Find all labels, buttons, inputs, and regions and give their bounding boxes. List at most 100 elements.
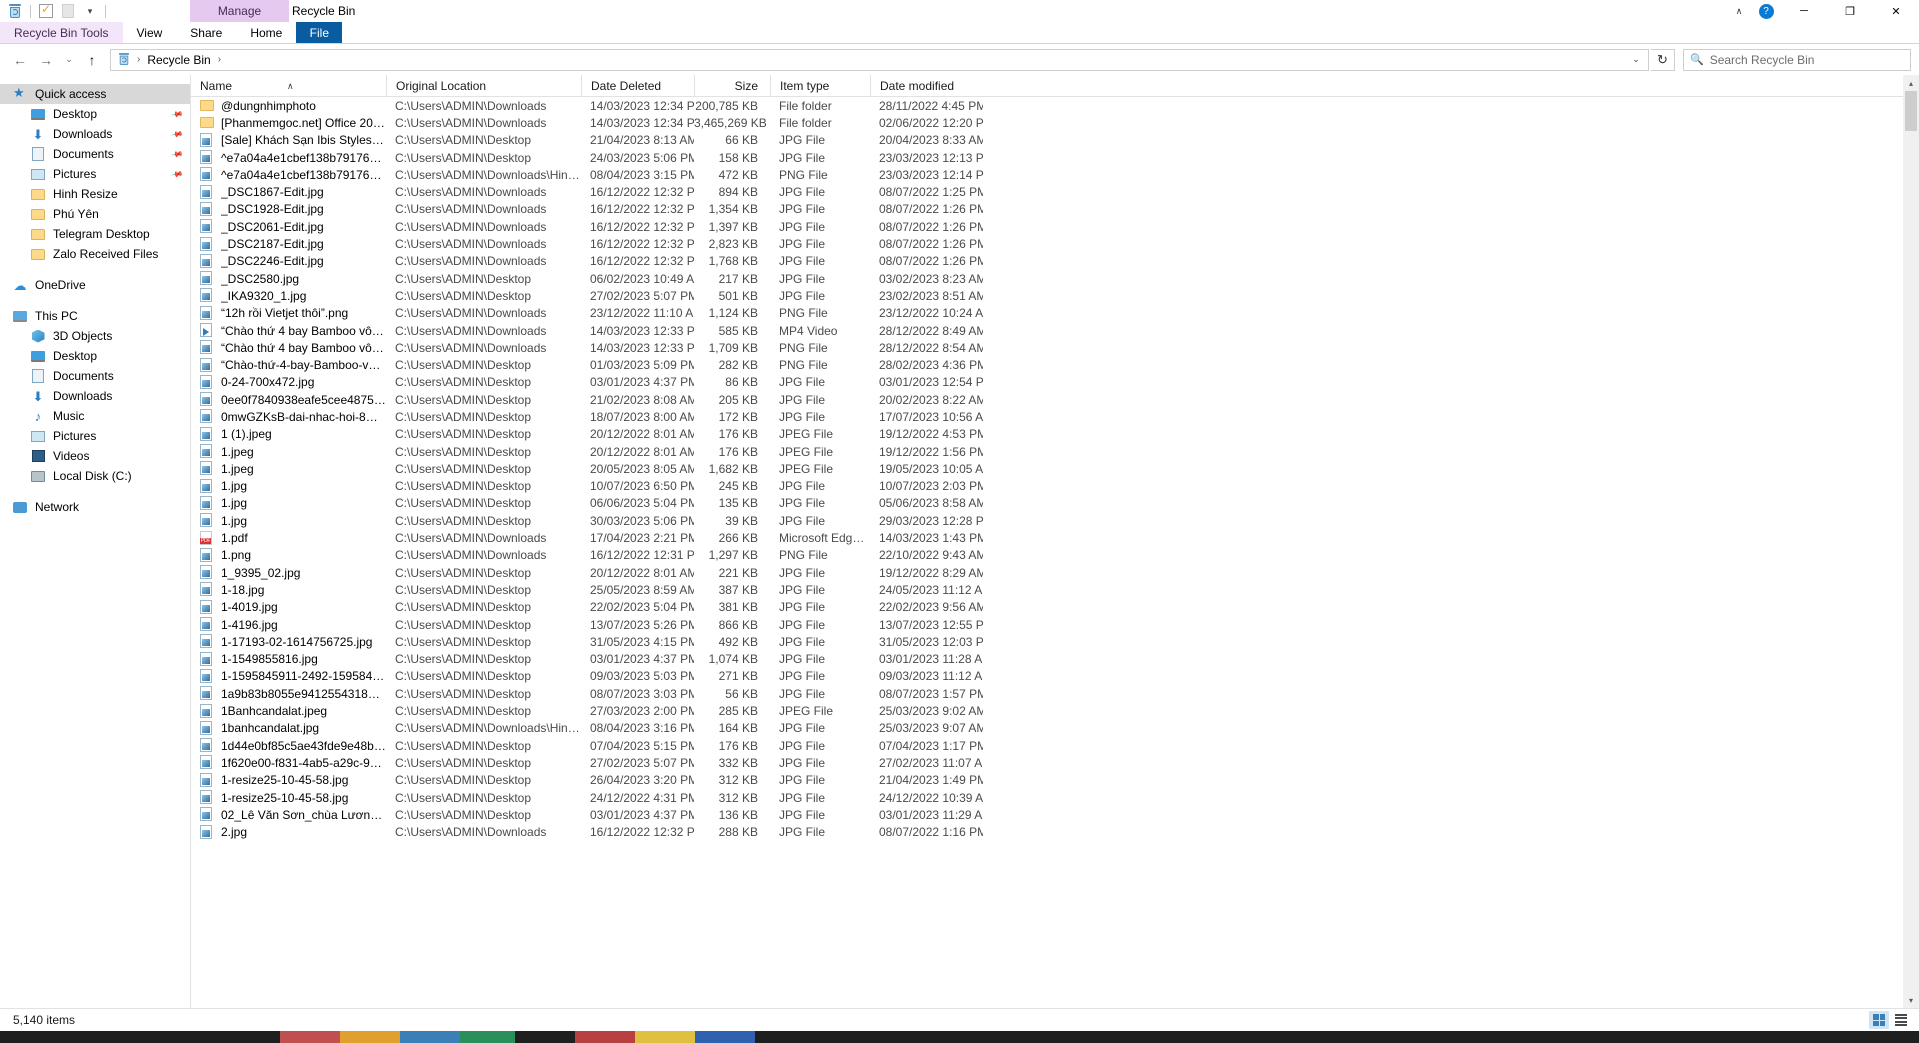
table-row[interactable]: 1f620e00-f831-4ab5-a29c-9a10cfbc... C:\Us… [191,754,1919,771]
search-input[interactable]: Search Recycle Bin [1710,53,1815,67]
table-row[interactable]: 1a9b83b8055e9412554318df5810d9... C:\User… [191,685,1919,702]
help-button[interactable]: ? [1751,0,1781,22]
column-header-type[interactable]: Item type [770,74,870,97]
table-row[interactable]: 1.jpeg C:\Users\ADMIN\Desktop 20/12/2022 8… [191,443,1919,460]
file-rows-container[interactable]: @dungnhimphoto C:\Users\ADMIN\Downloads 14… [191,97,1919,1008]
recycle-bin-icon[interactable] [4,1,26,21]
table-row[interactable]: “Chào thứ 4 bay Bamboo vô tư”.png C:\User… [191,339,1919,356]
table-row[interactable]: 1.jpeg C:\Users\ADMIN\Desktop 20/05/2023 8… [191,460,1919,477]
table-row[interactable]: @dungnhimphoto C:\Users\ADMIN\Downloads 14… [191,97,1919,114]
sidebar-item-videos[interactable]: Videos [0,446,190,466]
contextual-tab-manage[interactable]: Manage [190,0,289,22]
table-row[interactable]: 1_9395_02.jpg C:\Users\ADMIN\Desktop 20/12… [191,564,1919,581]
sidebar-item-ph-y-n[interactable]: Phú Yên [0,204,190,224]
table-row[interactable]: _DSC2246-Edit.jpg C:\Users\ADMIN\Download… [191,253,1919,270]
table-row[interactable]: _DSC2580.jpg C:\Users\ADMIN\Desktop 06/02/… [191,270,1919,287]
table-row[interactable]: “12h rồi Vietjet thôi”.png C:\Users\ADMIN… [191,305,1919,322]
table-row[interactable]: 0mwGZKsB-dai-nhac-hoi-8wonder... C:\Users… [191,408,1919,425]
properties-icon[interactable] [35,1,57,21]
table-row[interactable]: 1Banhcandalat.jpeg C:\Users\ADMIN\Desktop… [191,702,1919,719]
column-header-deleted[interactable]: Date Deleted [581,74,694,97]
sidebar-item-desktop[interactable]: Desktop 📌 [0,104,190,124]
up-button[interactable]: ↑ [80,49,104,71]
pin-icon[interactable]: 📌 [170,167,183,180]
table-row[interactable]: 1.jpg C:\Users\ADMIN\Desktop 30/03/2023 5:… [191,512,1919,529]
sidebar-item-documents[interactable]: Documents [0,366,190,386]
vertical-scrollbar[interactable]: ▴ ▾ [1903,75,1919,1008]
table-row[interactable]: “Chào-thứ-4-bay-Bamboo-vô-tư”.... C:\User… [191,356,1919,373]
sidebar-item-pictures[interactable]: Pictures [0,426,190,446]
sidebar-item-onedrive[interactable]: ☁ OneDrive [0,275,190,295]
table-row[interactable]: 02_Lê Văn Sơn_chùa Lương_ Chùa ... C:\Use… [191,806,1919,823]
table-row[interactable]: 1-18.jpg C:\Users\ADMIN\Desktop 25/05/2023… [191,581,1919,598]
sidebar-item-desktop[interactable]: Desktop [0,346,190,366]
column-header-name[interactable]: Name ∧ [191,75,386,97]
ribbon-tab-file[interactable]: File [296,22,343,44]
table-row[interactable]: 1.jpg C:\Users\ADMIN\Desktop 10/07/2023 6:… [191,478,1919,495]
empty-recycle-bin-icon[interactable] [57,1,79,21]
scroll-down-button[interactable]: ▾ [1903,992,1919,1008]
table-row[interactable]: 1-4196.jpg C:\Users\ADMIN\Desktop 13/07/20… [191,616,1919,633]
scroll-up-button[interactable]: ▴ [1903,75,1919,91]
pin-icon[interactable]: 📌 [170,147,183,160]
pin-icon[interactable]: 📌 [170,107,183,120]
forward-button[interactable]: → [34,49,58,71]
table-row[interactable]: 2.jpg C:\Users\ADMIN\Downloads 16/12/2022 … [191,823,1919,840]
breadcrumb-separator-1[interactable]: › [216,54,223,65]
column-header-modified[interactable]: Date modified [870,74,983,97]
recent-locations-button[interactable]: ⌄ [60,49,78,71]
table-row[interactable]: 1-resize25-10-45-58.jpg C:\Users\ADMIN\De… [191,772,1919,789]
table-row[interactable]: [Sale] Khách Sạn Ibis Styles Vũng T... C:… [191,132,1919,149]
table-row[interactable]: ^e7a04a4e1cbef138b791764bc91cc... C:\User… [191,166,1919,183]
ribbon-tab-home[interactable]: Home [236,22,296,44]
ribbon-tab-share[interactable]: Share [176,22,236,44]
search-box[interactable]: 🔍 Search Recycle Bin [1683,48,1911,71]
sidebar-item-3d-objects[interactable]: 3D Objects [0,326,190,346]
refresh-button[interactable]: ↻ [1651,48,1675,71]
sidebar-item-documents[interactable]: Documents 📌 [0,144,190,164]
ribbon-collapse-button[interactable]: ∧ [1727,0,1751,22]
table-row[interactable]: 1-1549855816.jpg C:\Users\ADMIN\Desktop 03… [191,651,1919,668]
minimize-button[interactable]: ─ [1781,0,1827,22]
table-row[interactable]: _IKA9320_1.jpg C:\Users\ADMIN\Desktop 27/0… [191,287,1919,304]
table-row[interactable]: “Chào thứ 4 bay Bamboo vô tư”.m... C:\Use… [191,322,1919,339]
table-row[interactable]: 1banhcandalat.jpg C:\Users\ADMIN\Download… [191,720,1919,737]
sidebar-item-quick-access[interactable]: Quick access [0,84,190,104]
pin-icon[interactable]: 📌 [170,127,183,140]
maximize-button[interactable]: ❐ [1827,0,1873,22]
scrollbar-thumb[interactable] [1905,91,1917,131]
column-header-location[interactable]: Original Location [386,74,581,97]
table-row[interactable]: _DSC1867-Edit.jpg C:\Users\ADMIN\Download… [191,183,1919,200]
ribbon-tab-view[interactable]: View [123,22,177,44]
table-row[interactable]: 1.pdf C:\Users\ADMIN\Downloads 17/04/2023 … [191,529,1919,546]
close-button[interactable]: ✕ [1873,0,1919,22]
table-row[interactable]: _DSC2187-Edit.jpg C:\Users\ADMIN\Download… [191,235,1919,252]
table-row[interactable]: _DSC1928-Edit.jpg C:\Users\ADMIN\Download… [191,201,1919,218]
table-row[interactable]: _DSC2061-Edit.jpg C:\Users\ADMIN\Download… [191,218,1919,235]
sidebar-item-music[interactable]: ♪ Music [0,406,190,426]
sidebar-item-network[interactable]: Network [0,497,190,517]
column-header-size[interactable]: Size [694,74,770,97]
table-row[interactable]: 1-17193-02-1614756725.jpg C:\Users\ADMIN\… [191,633,1919,650]
sidebar-item-telegram-desktop[interactable]: Telegram Desktop [0,224,190,244]
table-row[interactable]: 1 (1).jpeg C:\Users\ADMIN\Desktop 20/12/20… [191,426,1919,443]
details-view-button[interactable] [1869,1011,1889,1029]
sidebar-item-downloads[interactable]: ⬇ Downloads 📌 [0,124,190,144]
table-row[interactable]: 0ee0f7840938eafe5cee487577de166... C:\Use… [191,391,1919,408]
table-row[interactable]: 1.jpg C:\Users\ADMIN\Desktop 06/06/2023 5:… [191,495,1919,512]
sidebar-item-hinh-resize[interactable]: Hinh Resize [0,184,190,204]
back-button[interactable]: ← [8,49,32,71]
table-row[interactable]: 1-4019.jpg C:\Users\ADMIN\Desktop 22/02/20… [191,599,1919,616]
scrollbar-track[interactable] [1903,91,1919,992]
breadcrumb-item-recycle-bin[interactable]: Recycle Bin [144,53,213,67]
table-row[interactable]: 1-resize25-10-45-58.jpg C:\Users\ADMIN\De… [191,789,1919,806]
table-row[interactable]: [Phanmemgoc.net] Office 2019 Pr... C:\Use… [191,114,1919,131]
large-icons-view-button[interactable] [1891,1011,1911,1029]
qat-dropdown-icon[interactable]: ▾ [79,1,101,21]
table-row[interactable]: 1.png C:\Users\ADMIN\Downloads 16/12/2022 … [191,547,1919,564]
sidebar-item-local-disk-c[interactable]: Local Disk (C:) [0,466,190,486]
table-row[interactable]: ^e7a04a4e1cbef138b791764bc91cc... C:\User… [191,149,1919,166]
sidebar-item-zalo-received-files[interactable]: Zalo Received Files [0,244,190,264]
sidebar-item-this-pc[interactable]: This PC [0,306,190,326]
sidebar-item-pictures[interactable]: Pictures 📌 [0,164,190,184]
